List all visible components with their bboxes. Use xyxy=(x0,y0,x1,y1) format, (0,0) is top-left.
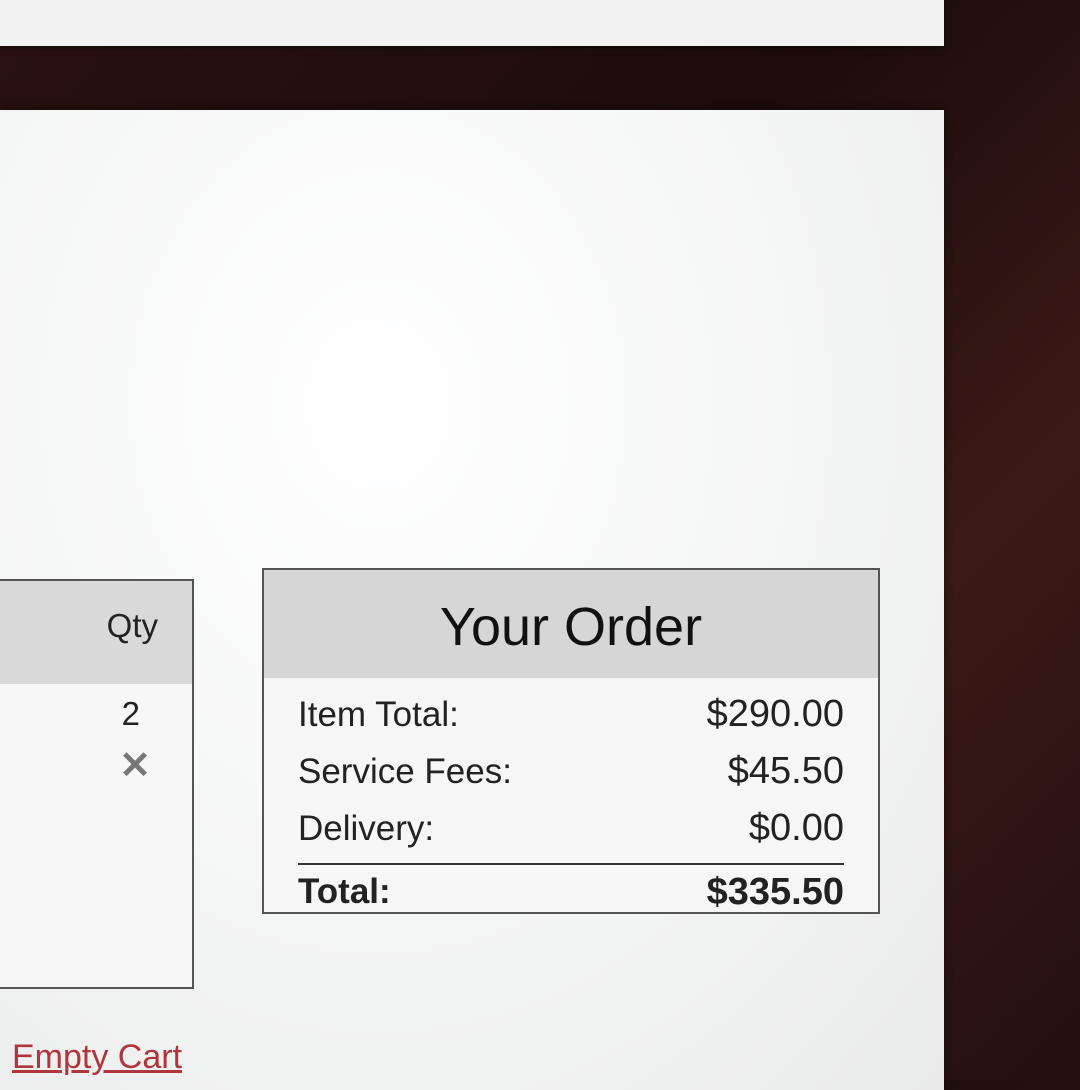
item-total-value: $290.00 xyxy=(706,693,844,735)
service-fees-label: Service Fees: xyxy=(298,751,512,791)
delivery-row: Delivery: $0.00 xyxy=(298,800,844,857)
order-title: Your Order xyxy=(264,570,878,678)
top-panel xyxy=(0,0,944,46)
total-row: Total: $335.50 xyxy=(298,865,844,919)
cart-table-header: Qty xyxy=(0,581,192,684)
delivery-label: Delivery: xyxy=(298,808,435,848)
item-qty[interactable]: 2 xyxy=(122,695,140,733)
order-summary: Your Order Item Total: $290.00 Service F… xyxy=(262,568,880,914)
total-label: Total: xyxy=(298,872,391,911)
empty-cart-link[interactable]: Empty Cart xyxy=(12,1038,182,1077)
item-total-label: Item Total: xyxy=(298,694,459,734)
cart-table: Qty 2 ✕ xyxy=(0,579,194,989)
close-icon[interactable]: ✕ xyxy=(118,747,152,785)
service-fees-value: $45.50 xyxy=(727,750,844,792)
delivery-value: $0.00 xyxy=(748,807,844,849)
item-total-row: Item Total: $290.00 xyxy=(298,686,844,743)
qty-column-header: Qty xyxy=(106,607,158,644)
service-fees-row: Service Fees: $45.50 xyxy=(298,743,844,800)
total-value: $335.50 xyxy=(706,870,844,913)
